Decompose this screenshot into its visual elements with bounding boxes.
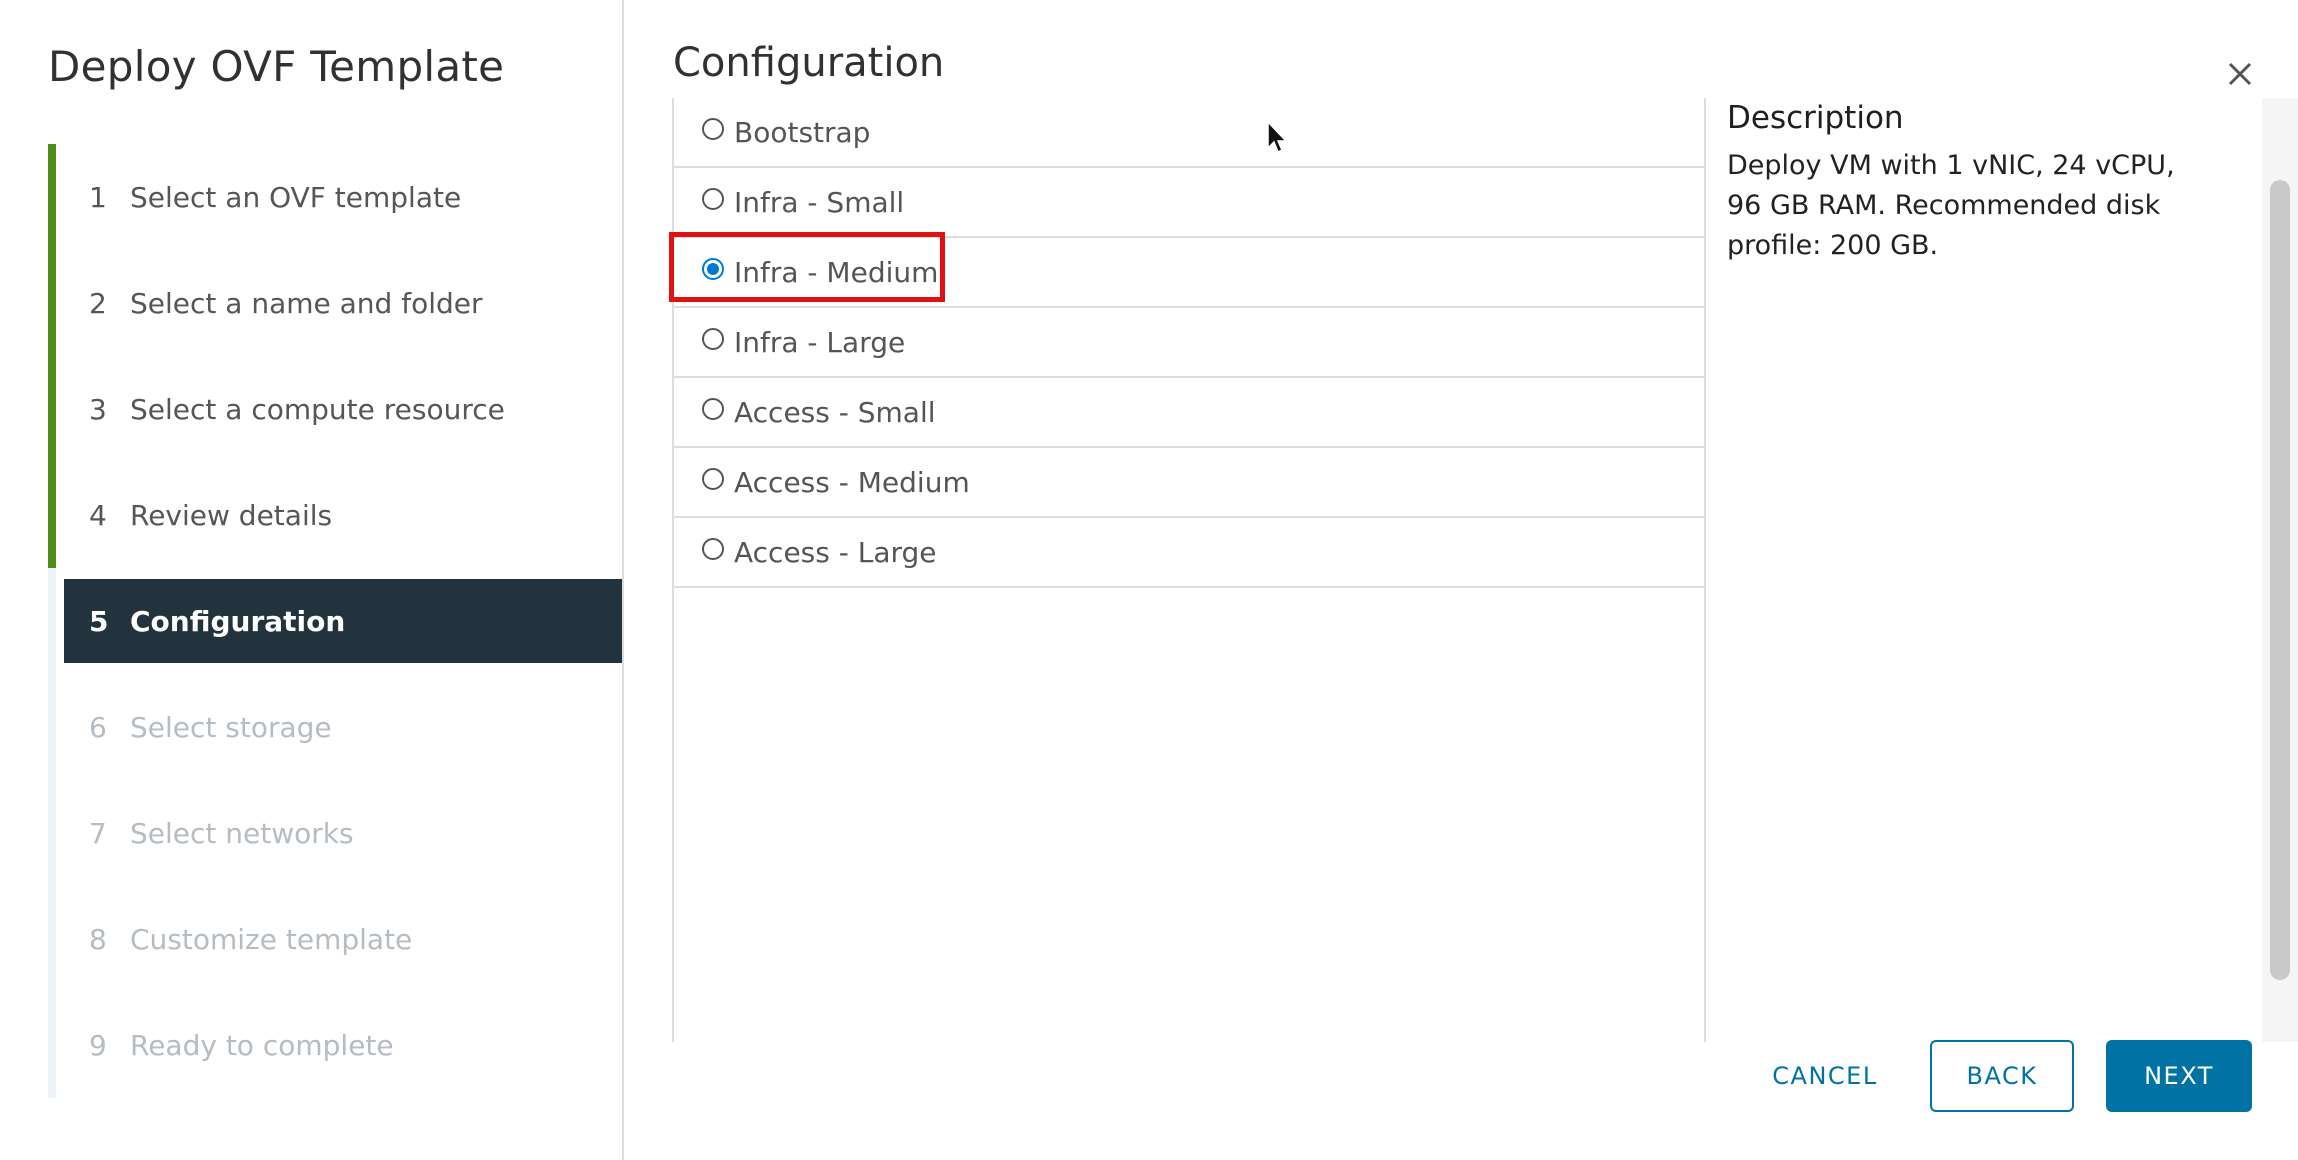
- option-label: Access - Medium: [734, 465, 970, 499]
- wizard-title: Deploy OVF Template: [48, 42, 505, 91]
- step-label: Select an OVF template: [130, 180, 462, 214]
- step-progress-rail: [48, 356, 56, 462]
- step-review-details[interactable]: 4 Review details: [0, 462, 622, 568]
- next-button[interactable]: NEXT: [2106, 1040, 2252, 1112]
- option-label: Access - Large: [734, 535, 937, 569]
- configuration-options-list: Bootstrap Infra - Small Infra - Medium I…: [669, 98, 1706, 1042]
- step-progress-rail: [48, 250, 56, 356]
- step-number: 6: [89, 710, 107, 744]
- description-text: Deploy VM with 1 vNIC, 24 vCPU, 96 GB RA…: [1727, 150, 2175, 261]
- option-infra-medium[interactable]: Infra - Medium: [669, 232, 1704, 308]
- option-label: Infra - Large: [734, 325, 906, 359]
- step-number: 8: [89, 922, 107, 956]
- option-infra-large[interactable]: Infra - Large: [674, 308, 1704, 378]
- step-progress-rail: [48, 568, 56, 674]
- step-progress-rail: [48, 144, 56, 250]
- option-access-medium[interactable]: Access - Medium: [674, 448, 1704, 518]
- step-label: Select networks: [130, 816, 354, 850]
- back-button[interactable]: BACK: [1930, 1040, 2074, 1112]
- step-label: Configuration: [130, 604, 346, 638]
- close-button[interactable]: [2218, 52, 2262, 96]
- option-label: Infra - Medium: [734, 255, 939, 289]
- step-select-networks: 7 Select networks: [0, 780, 622, 886]
- step-number: 4: [89, 498, 107, 532]
- step-select-compute-resource[interactable]: 3 Select a compute resource: [0, 356, 622, 462]
- step-progress-rail: [48, 674, 56, 780]
- step-label: Review details: [130, 498, 333, 532]
- radio-button[interactable]: [702, 328, 724, 350]
- mouse-pointer-icon: [1267, 120, 1288, 154]
- close-icon: [2228, 62, 2252, 86]
- step-customize-template: 8 Customize template: [0, 886, 622, 992]
- step-number: 2: [89, 286, 107, 320]
- step-number: 1: [89, 180, 107, 214]
- cancel-button[interactable]: CANCEL: [1750, 1040, 1900, 1112]
- radio-button-selected[interactable]: [702, 258, 724, 280]
- step-label: Customize template: [130, 922, 413, 956]
- step-label: Ready to complete: [130, 1028, 394, 1062]
- option-label: Access - Small: [734, 395, 936, 429]
- step-configuration[interactable]: 5 Configuration: [0, 568, 622, 674]
- step-select-ovf-template[interactable]: 1 Select an OVF template: [0, 144, 622, 250]
- step-number: 7: [89, 816, 107, 850]
- description-title: Description: [1727, 100, 1904, 136]
- step-progress-rail: [48, 780, 56, 886]
- radio-button[interactable]: [702, 538, 724, 560]
- step-select-storage: 6 Select storage: [0, 674, 622, 780]
- step-number: 5: [89, 604, 109, 638]
- step-label: Select a name and folder: [130, 286, 483, 320]
- option-access-small[interactable]: Access - Small: [674, 378, 1704, 448]
- step-ready-to-complete: 9 Ready to complete: [0, 992, 622, 1098]
- wizard-steps: 1 Select an OVF template 2 Select a name…: [0, 144, 622, 1098]
- option-label: Infra - Small: [734, 185, 905, 219]
- radio-button[interactable]: [702, 468, 724, 490]
- step-number: 3: [89, 392, 107, 426]
- radio-button[interactable]: [702, 398, 724, 420]
- step-progress-rail: [48, 992, 56, 1098]
- step-select-name-folder[interactable]: 2 Select a name and folder: [0, 250, 622, 356]
- radio-button[interactable]: [702, 118, 724, 140]
- option-bootstrap[interactable]: Bootstrap: [674, 98, 1704, 168]
- step-label: Select a compute resource: [130, 392, 505, 426]
- scrollbar-thumb[interactable]: [2270, 180, 2290, 980]
- description-panel: Description Deploy VM with 1 vNIC, 24 vC…: [1727, 100, 2177, 266]
- step-number: 9: [89, 1028, 107, 1062]
- radio-button[interactable]: [702, 188, 724, 210]
- wizard-sidebar: Deploy OVF Template 1 Select an OVF temp…: [0, 0, 624, 1160]
- option-infra-small[interactable]: Infra - Small: [674, 168, 1704, 238]
- step-progress-rail: [48, 462, 56, 568]
- option-label: Bootstrap: [734, 115, 871, 149]
- page-title: Configuration: [673, 40, 945, 86]
- step-progress-rail: [48, 886, 56, 992]
- option-access-large[interactable]: Access - Large: [674, 518, 1704, 588]
- step-label: Select storage: [130, 710, 332, 744]
